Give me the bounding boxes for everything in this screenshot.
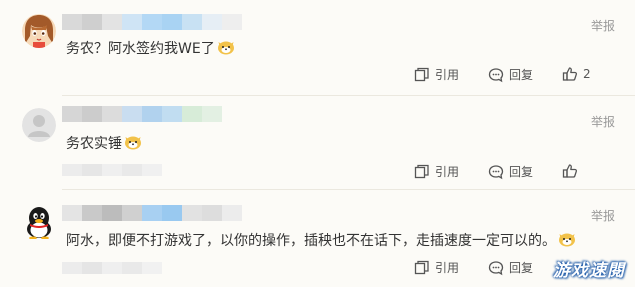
thumbs-up-icon — [562, 164, 578, 178]
blurred-username — [62, 205, 242, 221]
anime-girl-avatar[interactable] — [22, 14, 56, 48]
reply-icon — [488, 260, 504, 275]
comment-item: 举报 务农？阿水签约我WE了 引用 回复 2 — [0, 0, 635, 96]
reply-button[interactable]: 回复 — [488, 66, 533, 83]
quote-icon — [414, 67, 429, 81]
comment-item: 举报 务农实锤 引用 回复 — [0, 96, 635, 190]
qq-penguin-avatar[interactable] — [22, 205, 56, 239]
report-link[interactable]: 举报 — [591, 207, 615, 224]
like-count: 2 — [583, 67, 591, 81]
report-link[interactable]: 举报 — [591, 17, 615, 34]
comment-actions: 引用 回复 — [0, 259, 635, 275]
watermark: 游戏速閱 — [553, 261, 625, 281]
reply-button[interactable]: 回复 — [488, 163, 533, 180]
quote-icon — [414, 260, 429, 274]
comment-text: 阿水，即便不打游戏了，以你的操作，插秧也不在话下，走插速度一定可以的。 — [66, 230, 576, 250]
blurred-username — [62, 106, 222, 122]
reply-button[interactable]: 回复 — [488, 259, 533, 276]
quote-icon — [414, 164, 429, 178]
quote-button[interactable]: 引用 — [414, 259, 459, 276]
dog-emoji-icon — [559, 233, 575, 247]
quote-button[interactable]: 引用 — [414, 163, 459, 180]
dog-emoji-icon — [217, 41, 234, 55]
quote-button[interactable]: 引用 — [414, 66, 459, 83]
blurred-username — [62, 14, 242, 30]
like-button[interactable]: 2 — [562, 66, 591, 82]
comment-text: 务农？阿水签约我WE了 — [66, 38, 235, 58]
comment-text: 务农实锤 — [66, 133, 142, 153]
dog-emoji-icon — [125, 136, 141, 150]
default-user-avatar[interactable] — [22, 108, 56, 142]
reply-icon — [488, 164, 504, 179]
comment-actions: 引用 回复 2 — [0, 66, 635, 82]
comment-item: 举报 阿水，即便不打游戏了，以你的操作，插秧也不在话下，走插速度一定可以的。 引… — [0, 190, 635, 287]
report-link[interactable]: 举报 — [591, 113, 615, 130]
reply-icon — [488, 67, 504, 82]
like-button[interactable] — [562, 163, 583, 179]
thumbs-up-icon — [562, 67, 578, 81]
comment-actions: 引用 回复 — [0, 163, 635, 179]
